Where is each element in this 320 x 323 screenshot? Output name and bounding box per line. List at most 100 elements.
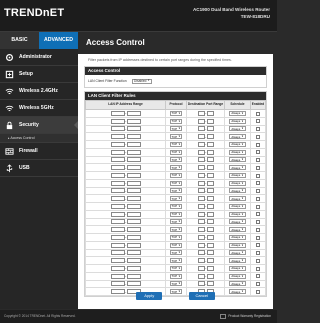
protocol-select[interactable]: TCP ▼ (169, 126, 183, 132)
protocol-select[interactable]: TCP ▼ (169, 219, 183, 225)
schedule-select[interactable]: Always ▼ (229, 110, 246, 116)
warranty-registration-link[interactable]: Product Warranty Registration (220, 310, 271, 323)
ip-end-input[interactable] (126, 219, 141, 225)
enabled-checkbox[interactable] (256, 196, 260, 201)
ip-start-input[interactable] (110, 265, 125, 271)
ip-end-input[interactable] (126, 118, 141, 124)
schedule-select[interactable]: Always ▼ (229, 250, 246, 256)
port-start-input[interactable] (197, 180, 205, 186)
ip-end-input[interactable] (126, 242, 141, 248)
enabled-checkbox[interactable] (256, 181, 260, 186)
enabled-checkbox[interactable] (256, 258, 260, 263)
protocol-select[interactable]: TCP ▼ (169, 265, 183, 271)
port-start-input[interactable] (197, 188, 205, 194)
enabled-checkbox[interactable] (256, 150, 260, 155)
schedule-select[interactable]: Always ▼ (229, 157, 246, 163)
sidebar-item-wireless-5ghz[interactable]: Wireless 5GHz (0, 100, 78, 117)
ip-end-input[interactable] (126, 234, 141, 240)
protocol-select[interactable]: TCP ▼ (169, 250, 183, 256)
enabled-checkbox[interactable] (256, 227, 260, 232)
protocol-select[interactable]: TCP ▼ (169, 134, 183, 140)
protocol-select[interactable]: TCP ▼ (169, 234, 183, 240)
ip-start-input[interactable] (110, 118, 125, 124)
tab-advanced[interactable]: ADVANCED (39, 32, 78, 49)
port-end-input[interactable] (206, 227, 214, 233)
port-end-input[interactable] (206, 273, 214, 279)
enabled-checkbox[interactable] (256, 220, 260, 224)
protocol-select[interactable]: TCP ▼ (169, 141, 183, 147)
ip-end-input[interactable] (126, 149, 141, 155)
port-end-input[interactable] (206, 258, 214, 264)
protocol-select[interactable]: TCP ▼ (169, 165, 183, 171)
sidebar-item-setup[interactable]: Setup (0, 66, 78, 83)
protocol-select[interactable]: TCP ▼ (169, 258, 183, 264)
port-start-input[interactable] (197, 172, 205, 178)
schedule-select[interactable]: Always ▼ (229, 211, 246, 217)
enabled-checkbox[interactable] (256, 173, 260, 178)
schedule-select[interactable]: Always ▼ (229, 118, 246, 124)
port-start-input[interactable] (197, 234, 205, 240)
enabled-checkbox[interactable] (256, 165, 260, 170)
ip-start-input[interactable] (110, 196, 125, 202)
enabled-checkbox[interactable] (256, 127, 260, 131)
schedule-select[interactable]: Always ▼ (229, 227, 246, 233)
enabled-checkbox[interactable] (256, 235, 260, 240)
schedule-select[interactable]: Always ▼ (229, 141, 246, 147)
port-end-input[interactable] (206, 149, 214, 155)
schedule-select[interactable]: Always ▼ (229, 180, 246, 186)
port-start-input[interactable] (197, 149, 205, 155)
port-end-input[interactable] (206, 203, 214, 209)
port-start-input[interactable] (197, 134, 205, 140)
protocol-select[interactable]: TCP ▼ (169, 157, 183, 163)
port-end-input[interactable] (206, 265, 214, 271)
port-end-input[interactable] (206, 250, 214, 256)
port-start-input[interactable] (197, 203, 205, 209)
schedule-select[interactable]: Always ▼ (229, 265, 246, 271)
schedule-select[interactable]: Always ▼ (229, 219, 246, 225)
ip-end-input[interactable] (126, 188, 141, 194)
port-start-input[interactable] (197, 141, 205, 147)
enabled-checkbox[interactable] (256, 189, 260, 193)
ip-end-input[interactable] (126, 203, 141, 209)
port-end-input[interactable] (206, 126, 214, 132)
ip-end-input[interactable] (126, 157, 141, 163)
schedule-select[interactable]: Always ▼ (229, 196, 246, 202)
protocol-select[interactable]: TCP ▼ (169, 118, 183, 124)
ip-start-input[interactable] (110, 258, 125, 264)
ip-start-input[interactable] (110, 203, 125, 209)
ip-start-input[interactable] (110, 172, 125, 178)
ip-start-input[interactable] (110, 273, 125, 279)
ip-end-input[interactable] (126, 110, 141, 116)
enabled-checkbox[interactable] (256, 204, 260, 209)
port-end-input[interactable] (206, 110, 214, 116)
ip-start-input[interactable] (110, 250, 125, 256)
port-end-input[interactable] (206, 134, 214, 140)
ip-end-input[interactable] (126, 273, 141, 279)
schedule-select[interactable]: Always ▼ (229, 188, 246, 194)
ip-start-input[interactable] (110, 126, 125, 132)
schedule-select[interactable]: Always ▼ (229, 203, 246, 209)
port-start-input[interactable] (197, 165, 205, 171)
ip-start-input[interactable] (110, 157, 125, 163)
sidebar-item-wireless-24ghz[interactable]: Wireless 2.4GHz (0, 83, 78, 100)
protocol-select[interactable]: TCP ▼ (169, 273, 183, 279)
sidebar-item-firewall[interactable]: Firewall (0, 143, 78, 160)
port-start-input[interactable] (197, 118, 205, 124)
protocol-select[interactable]: TCP ▼ (169, 211, 183, 217)
port-start-input[interactable] (197, 219, 205, 225)
ip-start-input[interactable] (110, 110, 125, 116)
cancel-button[interactable]: Cancel (188, 292, 215, 300)
schedule-select[interactable]: Always ▼ (229, 242, 246, 248)
ip-start-input[interactable] (110, 234, 125, 240)
ip-end-input[interactable] (126, 250, 141, 256)
port-end-input[interactable] (206, 188, 214, 194)
port-end-input[interactable] (206, 234, 214, 240)
protocol-select[interactable]: TCP ▼ (169, 172, 183, 178)
ip-end-input[interactable] (126, 134, 141, 140)
port-start-input[interactable] (197, 211, 205, 217)
tab-basic[interactable]: BASIC (0, 32, 39, 49)
port-start-input[interactable] (197, 126, 205, 132)
enabled-checkbox[interactable] (256, 274, 260, 279)
schedule-select[interactable]: Always ▼ (229, 126, 246, 132)
ip-start-input[interactable] (110, 149, 125, 155)
